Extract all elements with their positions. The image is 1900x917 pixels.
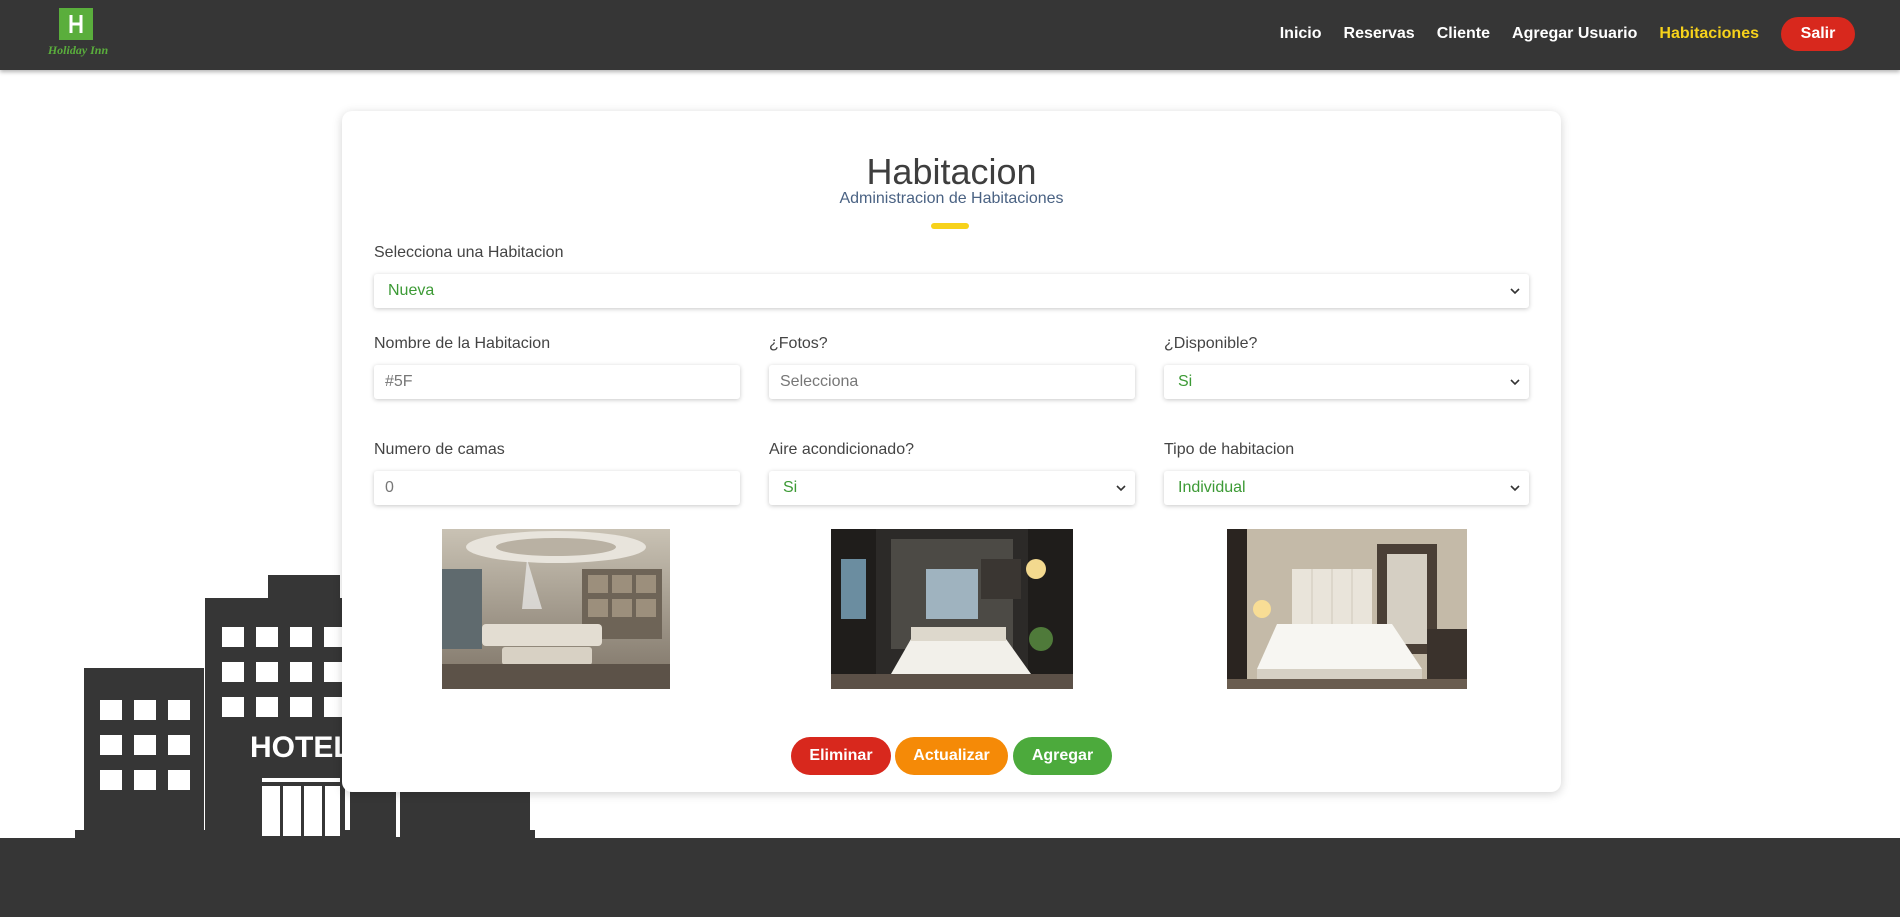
title-underline [931,223,969,229]
nav-menu: Inicio Reservas Cliente Agregar Usuario … [1258,17,1855,51]
available-value: Si [1178,373,1193,390]
beds-placeholder: 0 [385,479,394,496]
air-value: Si [783,479,798,496]
beds-input[interactable]: 0 [374,471,740,505]
room-type-select[interactable]: Individual [1164,471,1529,505]
room-select-label: Selecciona una Habitacion [374,244,564,261]
hotel-sign-text: HOTEL [250,731,352,764]
chevron-down-icon [1510,379,1520,386]
air-select[interactable]: Si [769,471,1135,505]
logo-text: Holiday Inn [47,43,109,57]
nav-reservas[interactable]: Reservas [1344,25,1415,43]
update-button[interactable]: Actualizar [895,737,1008,775]
logo-h-icon [69,15,83,33]
chevron-down-icon [1510,288,1520,295]
nav-agregar-usuario[interactable]: Agregar Usuario [1512,25,1637,43]
photos-input[interactable]: Selecciona [769,365,1135,399]
room-select[interactable]: Nueva [374,274,1529,308]
logout-button[interactable]: Salir [1781,17,1855,51]
room-name-label: Nombre de la Habitacion [374,335,551,352]
room-photo-lounge [442,529,670,689]
add-button[interactable]: Agregar [1013,737,1112,775]
chevron-down-icon [1510,485,1520,492]
photos-placeholder: Selecciona [780,373,859,390]
chevron-down-icon [1116,485,1126,492]
room-photo-bedroom-2 [1227,529,1467,689]
room-photo-bedroom-1 [831,529,1073,689]
holiday-inn-logo[interactable]: Holiday Inn [42,8,114,60]
page-subtitle: Administracion de Habitaciones [839,190,1064,207]
photos-label: ¿Fotos? [769,335,828,352]
beds-label: Numero de camas [374,441,505,458]
logo-mark [59,8,93,40]
nav-inicio[interactable]: Inicio [1280,25,1322,43]
available-label: ¿Disponible? [1164,335,1258,352]
nav-cliente[interactable]: Cliente [1437,25,1490,43]
available-select[interactable]: Si [1164,365,1529,399]
room-type-value: Individual [1178,479,1246,496]
delete-button[interactable]: Eliminar [791,737,891,775]
navbar: Holiday Inn Inicio Reservas Cliente Agre… [0,0,1900,70]
room-select-value: Nueva [388,282,435,299]
room-admin-card: Habitacion Administracion de Habitacione… [342,111,1561,792]
room-name-placeholder: #5F [385,373,413,390]
nav-habitaciones[interactable]: Habitaciones [1659,25,1759,43]
air-label: Aire acondicionado? [769,441,914,458]
page-title: Habitacion [866,151,1037,192]
room-name-input[interactable]: #5F [374,365,740,399]
room-type-label: Tipo de habitacion [1164,441,1295,458]
